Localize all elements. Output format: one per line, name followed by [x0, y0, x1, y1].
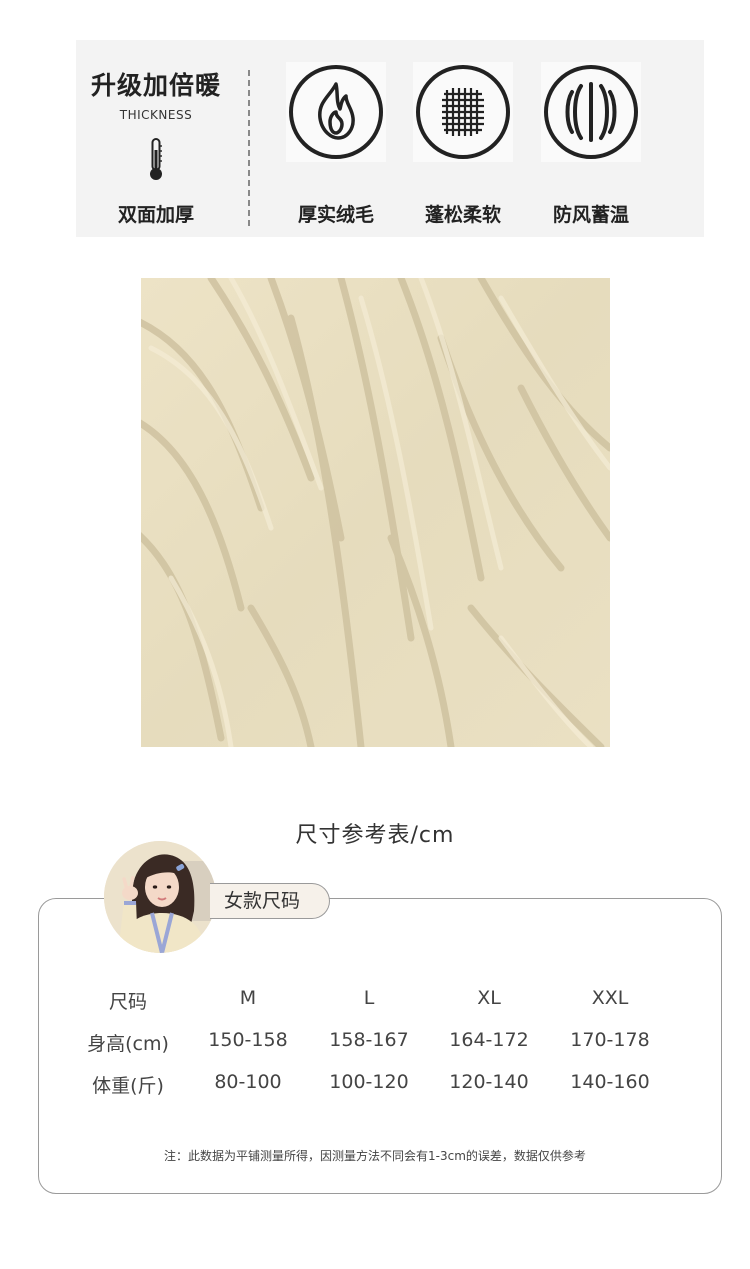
double-sided-label: 双面加厚: [117, 204, 194, 226]
table-cell: 80-100: [214, 1071, 282, 1093]
feature-windproof-warm: 防风蓄温: [533, 40, 649, 237]
size-chart-title: 尺寸参考表/cm: [295, 823, 455, 848]
table-cell: 158-167: [329, 1029, 409, 1051]
banner-divider: [248, 70, 250, 226]
fabric-swatch-image: [141, 278, 610, 747]
feature-label: 防风蓄温: [552, 204, 629, 226]
upgrade-title: 升级加倍暖: [90, 71, 221, 100]
model-avatar: [104, 841, 216, 953]
table-row-label: 体重(斤): [92, 1075, 164, 1097]
womens-size-tag: 女款尺码: [210, 883, 330, 919]
table-header-cell: L: [363, 987, 375, 1009]
table-cell: 120-140: [449, 1071, 529, 1093]
table-cell: 140-160: [570, 1071, 650, 1093]
table-header-cell: M: [239, 987, 257, 1009]
table-row-label: 身高(cm): [87, 1033, 169, 1055]
thermometer-icon: [150, 138, 162, 180]
table-cell: 164-172: [449, 1029, 529, 1051]
table-cell: 150-158: [208, 1029, 288, 1051]
wind-icon: [541, 62, 641, 162]
feature-fluffy-soft: 蓬松柔软: [405, 40, 521, 237]
table-header-cell: XXL: [591, 987, 629, 1009]
thickness-label: THICKNESS: [119, 108, 193, 122]
thickness-block: 升级加倍暖 THICKNESS 双面加厚: [76, 40, 246, 237]
measurement-note: 注：此数据为平铺测量所得，因测量方法不同会有1-3cm的误差，数据仅供参考: [164, 1149, 586, 1163]
table-cell: 170-178: [570, 1029, 650, 1051]
feature-label: 蓬松柔软: [424, 204, 501, 226]
feature-label: 厚实绒毛: [297, 204, 374, 226]
flame-icon: [286, 62, 386, 162]
fabric-weave-icon: [413, 62, 513, 162]
feature-banner: 升级加倍暖 THICKNESS 双面加厚 厚实绒毛 蓬松柔软 防风蓄温: [76, 40, 704, 237]
table-header-cell: 尺码: [108, 991, 147, 1013]
table-cell: 100-120: [329, 1071, 409, 1093]
table-header-cell: XL: [477, 987, 501, 1009]
feature-thick-fleece: 厚实绒毛: [278, 40, 394, 237]
